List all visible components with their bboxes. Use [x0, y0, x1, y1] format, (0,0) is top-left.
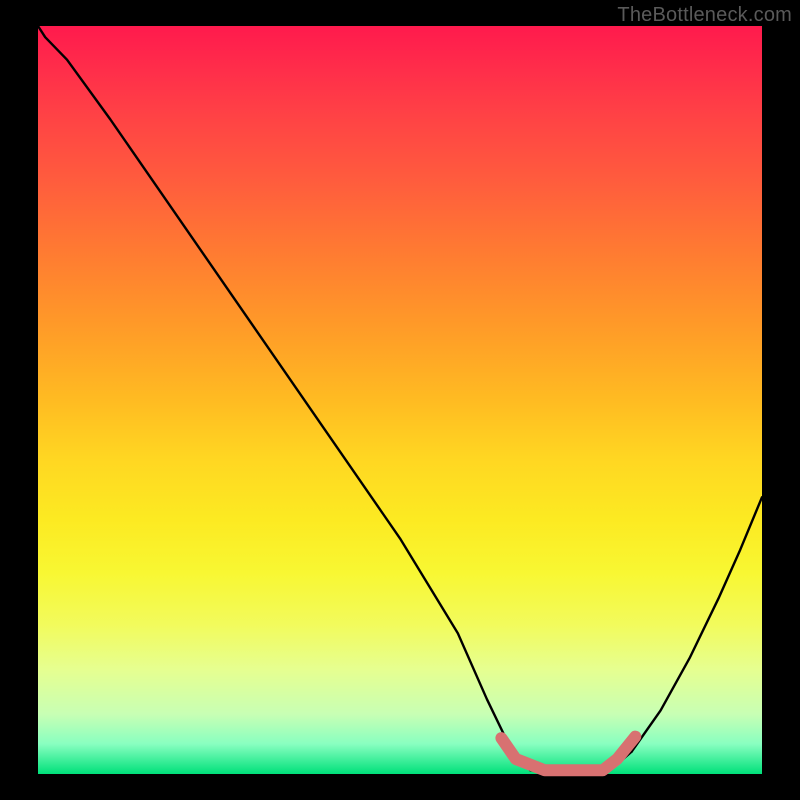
curve-left-branch [38, 26, 512, 752]
watermark-text: TheBottleneck.com [617, 4, 792, 27]
chart-frame: TheBottleneck.com [0, 0, 800, 800]
valley-marker [501, 737, 635, 771]
curve-right-branch [632, 497, 762, 751]
curve-layer [38, 26, 762, 774]
